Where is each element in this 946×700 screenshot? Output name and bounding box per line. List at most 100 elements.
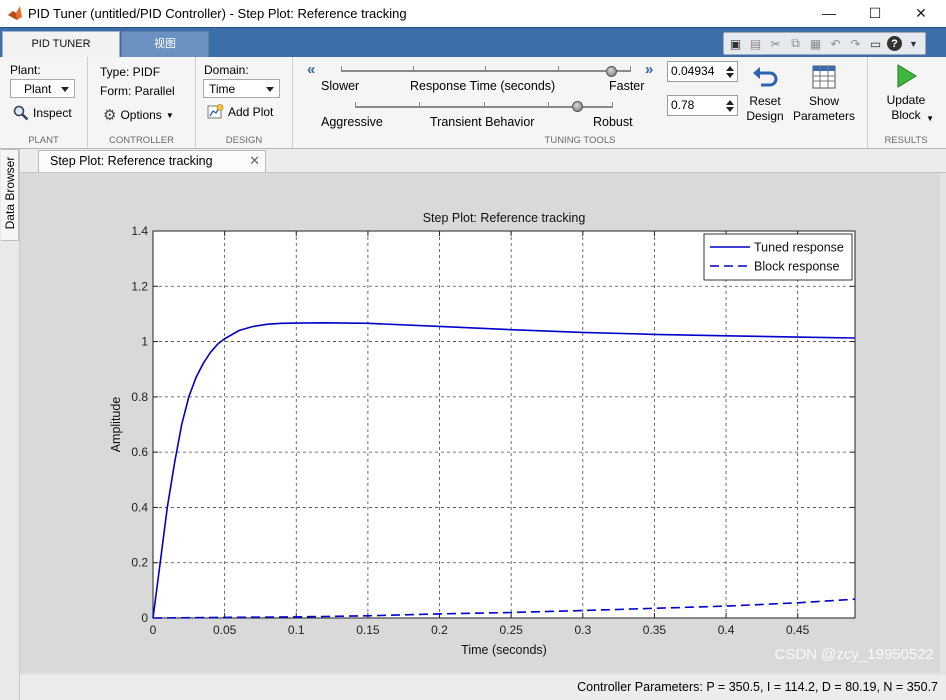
document-area: Step Plot: Reference tracking ✕ 0 0.05 0.1… [20,149,946,700]
copy-icon[interactable]: ⧉ [787,35,804,52]
undo-icon[interactable]: ↶ [827,35,844,52]
quick-access-toolbar: ▣ ▤ ✂ ⧉ ▦ ↶ ↷ ▭ ? ▼ [723,32,926,55]
chevron-right-icon[interactable]: » [645,61,653,78]
chevron-down-icon[interactable]: ▼ [905,35,922,52]
aggressive-label: Aggressive [321,115,383,129]
inspect-button[interactable]: Inspect [13,105,72,121]
data-browser-tab[interactable]: Data Browser [1,149,19,241]
y-tick-label: 0.6 [131,445,148,459]
show-parameters-button[interactable]: Show Parameters [793,65,855,124]
slower-label: Slower [321,79,360,93]
watermark: CSDN @zcy_19950522 [774,646,934,663]
plant-section: Plant: Plant Inspect PLANT [0,57,88,148]
x-tick-label: 0.25 [499,623,523,637]
transient-behavior-value: 0.78 [671,98,695,112]
y-axis-label: Amplitude [109,397,123,453]
chevron-left-icon[interactable]: « [307,61,315,78]
tuning-tools-section: « » Slower Response Time (seconds) Faste… [293,57,868,148]
slider-tick [341,66,342,71]
cut-icon[interactable]: ✂ [767,35,784,52]
options-button[interactable]: ⚙ Options ▼ [103,106,174,124]
x-tick-label: 0.4 [718,623,735,637]
slider-tick [558,66,559,71]
response-time-value: 0.04934 [671,64,715,78]
x-tick-label: 0.2 [431,623,448,637]
plot-frame: 0 0.05 0.1 0.15 0.2 0.25 0.3 0.35 0.4 0.45 0 0.2 0.4… [20,173,940,673]
legend-entry: Tuned response [754,241,844,255]
document-tab-title: Step Plot: Reference tracking [50,154,213,168]
side-panel: Data Browser [0,149,20,700]
response-time-label: Response Time (seconds) [410,79,556,93]
tab-pid-tuner[interactable]: PID TUNER [2,31,120,57]
reset-design-label: Reset Design [746,94,784,123]
controller-parameters-status: Controller Parameters: P = 350.5, I = 11… [577,680,938,694]
spin-up-icon[interactable] [726,100,734,105]
tab-view[interactable]: 视图 [121,31,209,57]
controller-section: Type: PIDF Form: Parallel ⚙ Options ▼ CO… [88,57,196,148]
reset-design-button[interactable]: Reset Design [740,65,790,124]
play-icon [897,64,917,88]
redo-icon[interactable]: ↷ [847,35,864,52]
window-icon[interactable]: ▭ [867,35,884,52]
y-tick-label: 1.4 [131,224,148,238]
add-plot-icon [207,104,224,119]
close-button[interactable]: ✕ [898,0,944,27]
reset-icon [753,67,778,87]
data-browser-label: Data Browser [3,156,17,230]
step-plot-chart[interactable]: 0 0.05 0.1 0.15 0.2 0.25 0.3 0.35 0.4 0.45 0 0.2 0.4… [20,173,940,673]
transient-behavior-label: Transient Behavior [430,115,535,129]
close-icon[interactable]: ✕ [249,153,260,169]
x-tick-label: 0.05 [213,623,237,637]
y-tick-label: 1 [141,335,148,349]
plant-section-label: PLANT [28,135,59,146]
table-icon [812,65,836,89]
response-time-slider-thumb[interactable] [605,66,617,77]
results-section: Update Block ▼ RESULTS [868,57,944,148]
response-time-slider-track[interactable] [341,70,631,72]
title-bar: PID Tuner (untitled/PID Controller) - St… [0,0,946,27]
maximize-button[interactable]: ☐ [852,0,898,27]
window-title: PID Tuner (untitled/PID Controller) - St… [28,6,407,21]
chevron-down-icon [61,87,69,92]
slider-tick [548,102,549,107]
legend-entry: Block response [754,260,840,274]
x-tick-label: 0.3 [574,623,591,637]
help-icon[interactable]: ? [887,36,902,51]
slider-tick [484,102,485,107]
robust-label: Robust [593,115,633,129]
save-icon[interactable]: ▤ [747,35,764,52]
slider-tick [612,102,613,107]
y-tick-label: 0.4 [131,500,148,514]
transient-behavior-slider-thumb[interactable] [571,101,583,112]
x-tick-label: 0 [150,623,157,637]
magnifier-icon [13,105,29,121]
response-time-input[interactable]: 0.04934 [667,61,738,82]
x-tick-label: 0.35 [643,623,667,637]
spin-up-icon[interactable] [726,66,734,71]
y-tick-label: 0.8 [131,390,148,404]
ribbon-tab-strip: PID TUNER 视图 ▣ ▤ ✂ ⧉ ▦ ↶ ↷ ▭ ? ▼ [0,27,946,57]
plot-area [153,231,855,618]
add-plot-button[interactable]: Add Plot [207,104,273,120]
slider-tick [419,102,420,107]
spin-down-icon[interactable] [726,73,734,78]
layout-icon[interactable]: ▣ [727,35,744,52]
toolstrip: Plant: Plant Inspect PLANT Type: PIDF Fo… [0,57,946,149]
document-tab[interactable]: Step Plot: Reference tracking ✕ [38,150,266,172]
transient-behavior-input[interactable]: 0.78 [667,95,738,116]
domain-label: Domain: [204,63,249,77]
domain-dropdown[interactable]: Time [203,79,280,98]
design-section: Domain: Time Add Plot DESIGN [196,57,293,148]
plant-dropdown[interactable]: Plant [10,79,75,98]
results-section-label: RESULTS [884,135,928,146]
update-block-button[interactable]: Update Block ▼ [876,63,936,123]
minimize-button[interactable]: — [806,0,852,27]
domain-dropdown-value: Time [209,82,236,96]
gear-icon: ⚙ [103,107,117,124]
paste-icon[interactable]: ▦ [807,35,824,52]
options-label: Options [120,108,162,122]
x-tick-label: 0.45 [786,623,810,637]
faster-label: Faster [609,79,645,93]
slider-tick [485,66,486,71]
spin-down-icon[interactable] [726,107,734,112]
